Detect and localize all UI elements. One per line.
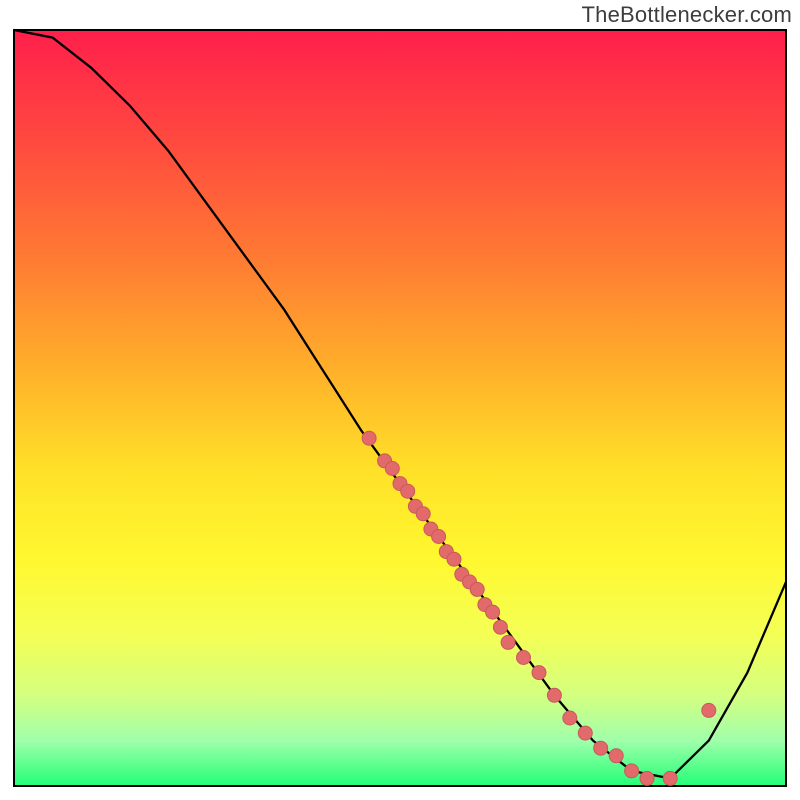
data-point [447, 552, 461, 566]
data-point [563, 711, 577, 725]
data-point [578, 726, 592, 740]
bottleneck-chart [0, 0, 800, 800]
data-point [470, 582, 484, 596]
data-point [486, 605, 500, 619]
data-point [594, 741, 608, 755]
data-point [493, 620, 507, 634]
data-point [609, 749, 623, 763]
data-point [401, 484, 415, 498]
data-point [702, 703, 716, 717]
data-point [532, 666, 546, 680]
data-point [432, 530, 446, 544]
data-point [517, 651, 531, 665]
data-point [663, 771, 677, 785]
data-point [362, 431, 376, 445]
data-point [501, 635, 515, 649]
data-point [547, 688, 561, 702]
data-point [385, 462, 399, 476]
data-point [640, 771, 654, 785]
watermark-text: TheBottlenecker.com [582, 2, 792, 28]
data-point [416, 507, 430, 521]
data-point [625, 764, 639, 778]
plot-background [14, 30, 786, 786]
